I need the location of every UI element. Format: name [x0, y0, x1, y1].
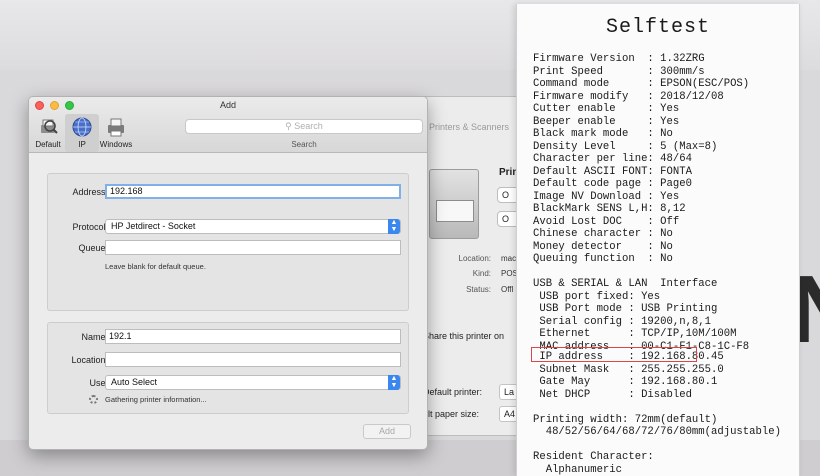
receipt-line: USB port fixed: Yes [533, 290, 661, 303]
receipt-line: Printing width: 72mm(default) [533, 413, 718, 426]
receipt-line: Density Level : 5 (Max=8) [533, 140, 718, 153]
receipt-line: Avoid Lost DOC : Off [533, 215, 680, 228]
receipt-line: Subnet Mask : 255.255.255.0 [533, 363, 724, 376]
ip-globe-icon [72, 117, 92, 137]
name-label: Name: [81, 332, 108, 342]
receipt-line: Cutter enable : Yes [533, 103, 680, 115]
protocol-value: HP Jetdirect - Socket [111, 221, 196, 231]
use-value: Auto Select [111, 377, 158, 387]
address-label: Address: [72, 187, 108, 197]
location-field[interactable] [105, 352, 401, 367]
location-label: Location: [71, 355, 108, 365]
use-driver-select[interactable]: Auto Select ▲ ▼ [105, 375, 401, 390]
status-text: Gathering printer information... [105, 395, 207, 404]
receipt-line: Alphanumeric [533, 463, 623, 476]
receipt-line: Black mark mode : No [533, 128, 673, 140]
share-printer-checkbox-label[interactable]: Share this printer on [423, 331, 504, 341]
status-key: Status: [466, 285, 491, 294]
receipt-line: Firmware Version : 1.32ZRG [533, 53, 705, 65]
queue-label: Queue: [78, 243, 108, 253]
receipt-line: Character per line: 48/64 [533, 153, 692, 165]
protocol-select[interactable]: HP Jetdirect - Socket ▲ ▼ [105, 219, 401, 234]
tab-windows[interactable]: Windows [97, 114, 135, 152]
chevron-updown-icon: ▲ ▼ [388, 219, 400, 234]
protocol-label: Protocol: [72, 222, 108, 232]
kind-key: Kind: [472, 269, 491, 278]
default-printer-icon [41, 119, 58, 134]
tab-ip[interactable]: IP [65, 114, 99, 152]
add-button[interactable]: Add [363, 424, 411, 439]
search-input[interactable]: ⚲ Search [185, 119, 423, 134]
receipt-line: 48/52/56/64/68/72/76/80mm(adjustable) [533, 426, 781, 438]
printer-details-panel: Name: 192.1 Location: Use: Auto Select ▲… [47, 322, 409, 414]
progress-spinner-icon [89, 395, 98, 404]
queue-field[interactable] [105, 240, 401, 255]
receipt-line: Money detector : No [533, 240, 673, 253]
name-field[interactable]: 192.1 [105, 329, 401, 344]
receipt-line: Gate May : 192.168.80.1 [533, 376, 718, 388]
add-printer-dialog: Add Default IP Windows ⚲ Search Search A… [28, 96, 428, 450]
receipt-line: Net DHCP : Disabled [533, 388, 692, 401]
address-field[interactable]: 192.168 [105, 184, 401, 199]
selftest-receipt: Selftest Firmware Version : 1.32ZRG Prin… [516, 4, 800, 476]
ip-address-highlight-box [531, 347, 697, 362]
receipt-line: Print Speed : 300mm/s [533, 65, 705, 78]
windows-printer-icon [108, 118, 124, 137]
search-placeholder: Search [294, 121, 323, 131]
dialog-toolbar: Add Default IP Windows ⚲ Search Search [29, 97, 427, 153]
receipt-line: Image NV Download : Yes [533, 190, 680, 203]
location-value: mac [501, 254, 517, 263]
receipt-line: Serial config : 19200,n,8,1 [533, 315, 712, 328]
receipt-line: Firmware modify : 2018/12/08 [533, 90, 724, 103]
tab-ip-label: IP [78, 140, 86, 149]
receipt-line: Default ASCII FONT: FONTA [533, 165, 692, 178]
paper-size-label: ult paper size: [423, 409, 480, 419]
tab-windows-label: Windows [99, 140, 133, 149]
connection-panel: Address: 192.168 Protocol: HP Jetdirect … [47, 173, 409, 311]
chevron-updown-icon: ▲ ▼ [388, 375, 400, 390]
printer-image-icon [429, 169, 479, 239]
location-key: Location: [458, 254, 491, 263]
receipt-line: USB Port mode : USB Printing [533, 303, 718, 315]
status-value: Offl [501, 285, 514, 294]
tab-default[interactable]: Default [31, 114, 65, 152]
receipt-line: Queuing function : No [533, 253, 673, 265]
use-label: Use: [89, 378, 108, 388]
search-icon: ⚲ [285, 121, 292, 131]
receipt-title: Selftest [605, 16, 710, 39]
printers-scanners-title: Printers & Scanners [429, 122, 510, 132]
receipt-line: Ethernet : TCP/IP,10M/100M [533, 328, 737, 340]
receipt-line: Beeper enable : Yes [533, 115, 680, 128]
receipt-line: USB & SERIAL & LAN Interface [533, 278, 718, 290]
queue-hint: Leave blank for default queue. [105, 262, 206, 271]
receipt-line: Command mode : EPSON(ESC/POS) [533, 78, 750, 90]
default-printer-label: Default printer: [423, 387, 483, 397]
receipt-line: BlackMark SENS L,H: 8,12 [533, 203, 686, 215]
receipt-line: Default code page : Page0 [533, 178, 692, 190]
receipt-line: Resident Character: [533, 451, 654, 463]
search-caption: Search [291, 140, 317, 149]
receipt-line: Chinese character : No [533, 228, 673, 240]
dialog-title: Add [219, 100, 236, 110]
tab-default-label: Default [35, 140, 61, 149]
